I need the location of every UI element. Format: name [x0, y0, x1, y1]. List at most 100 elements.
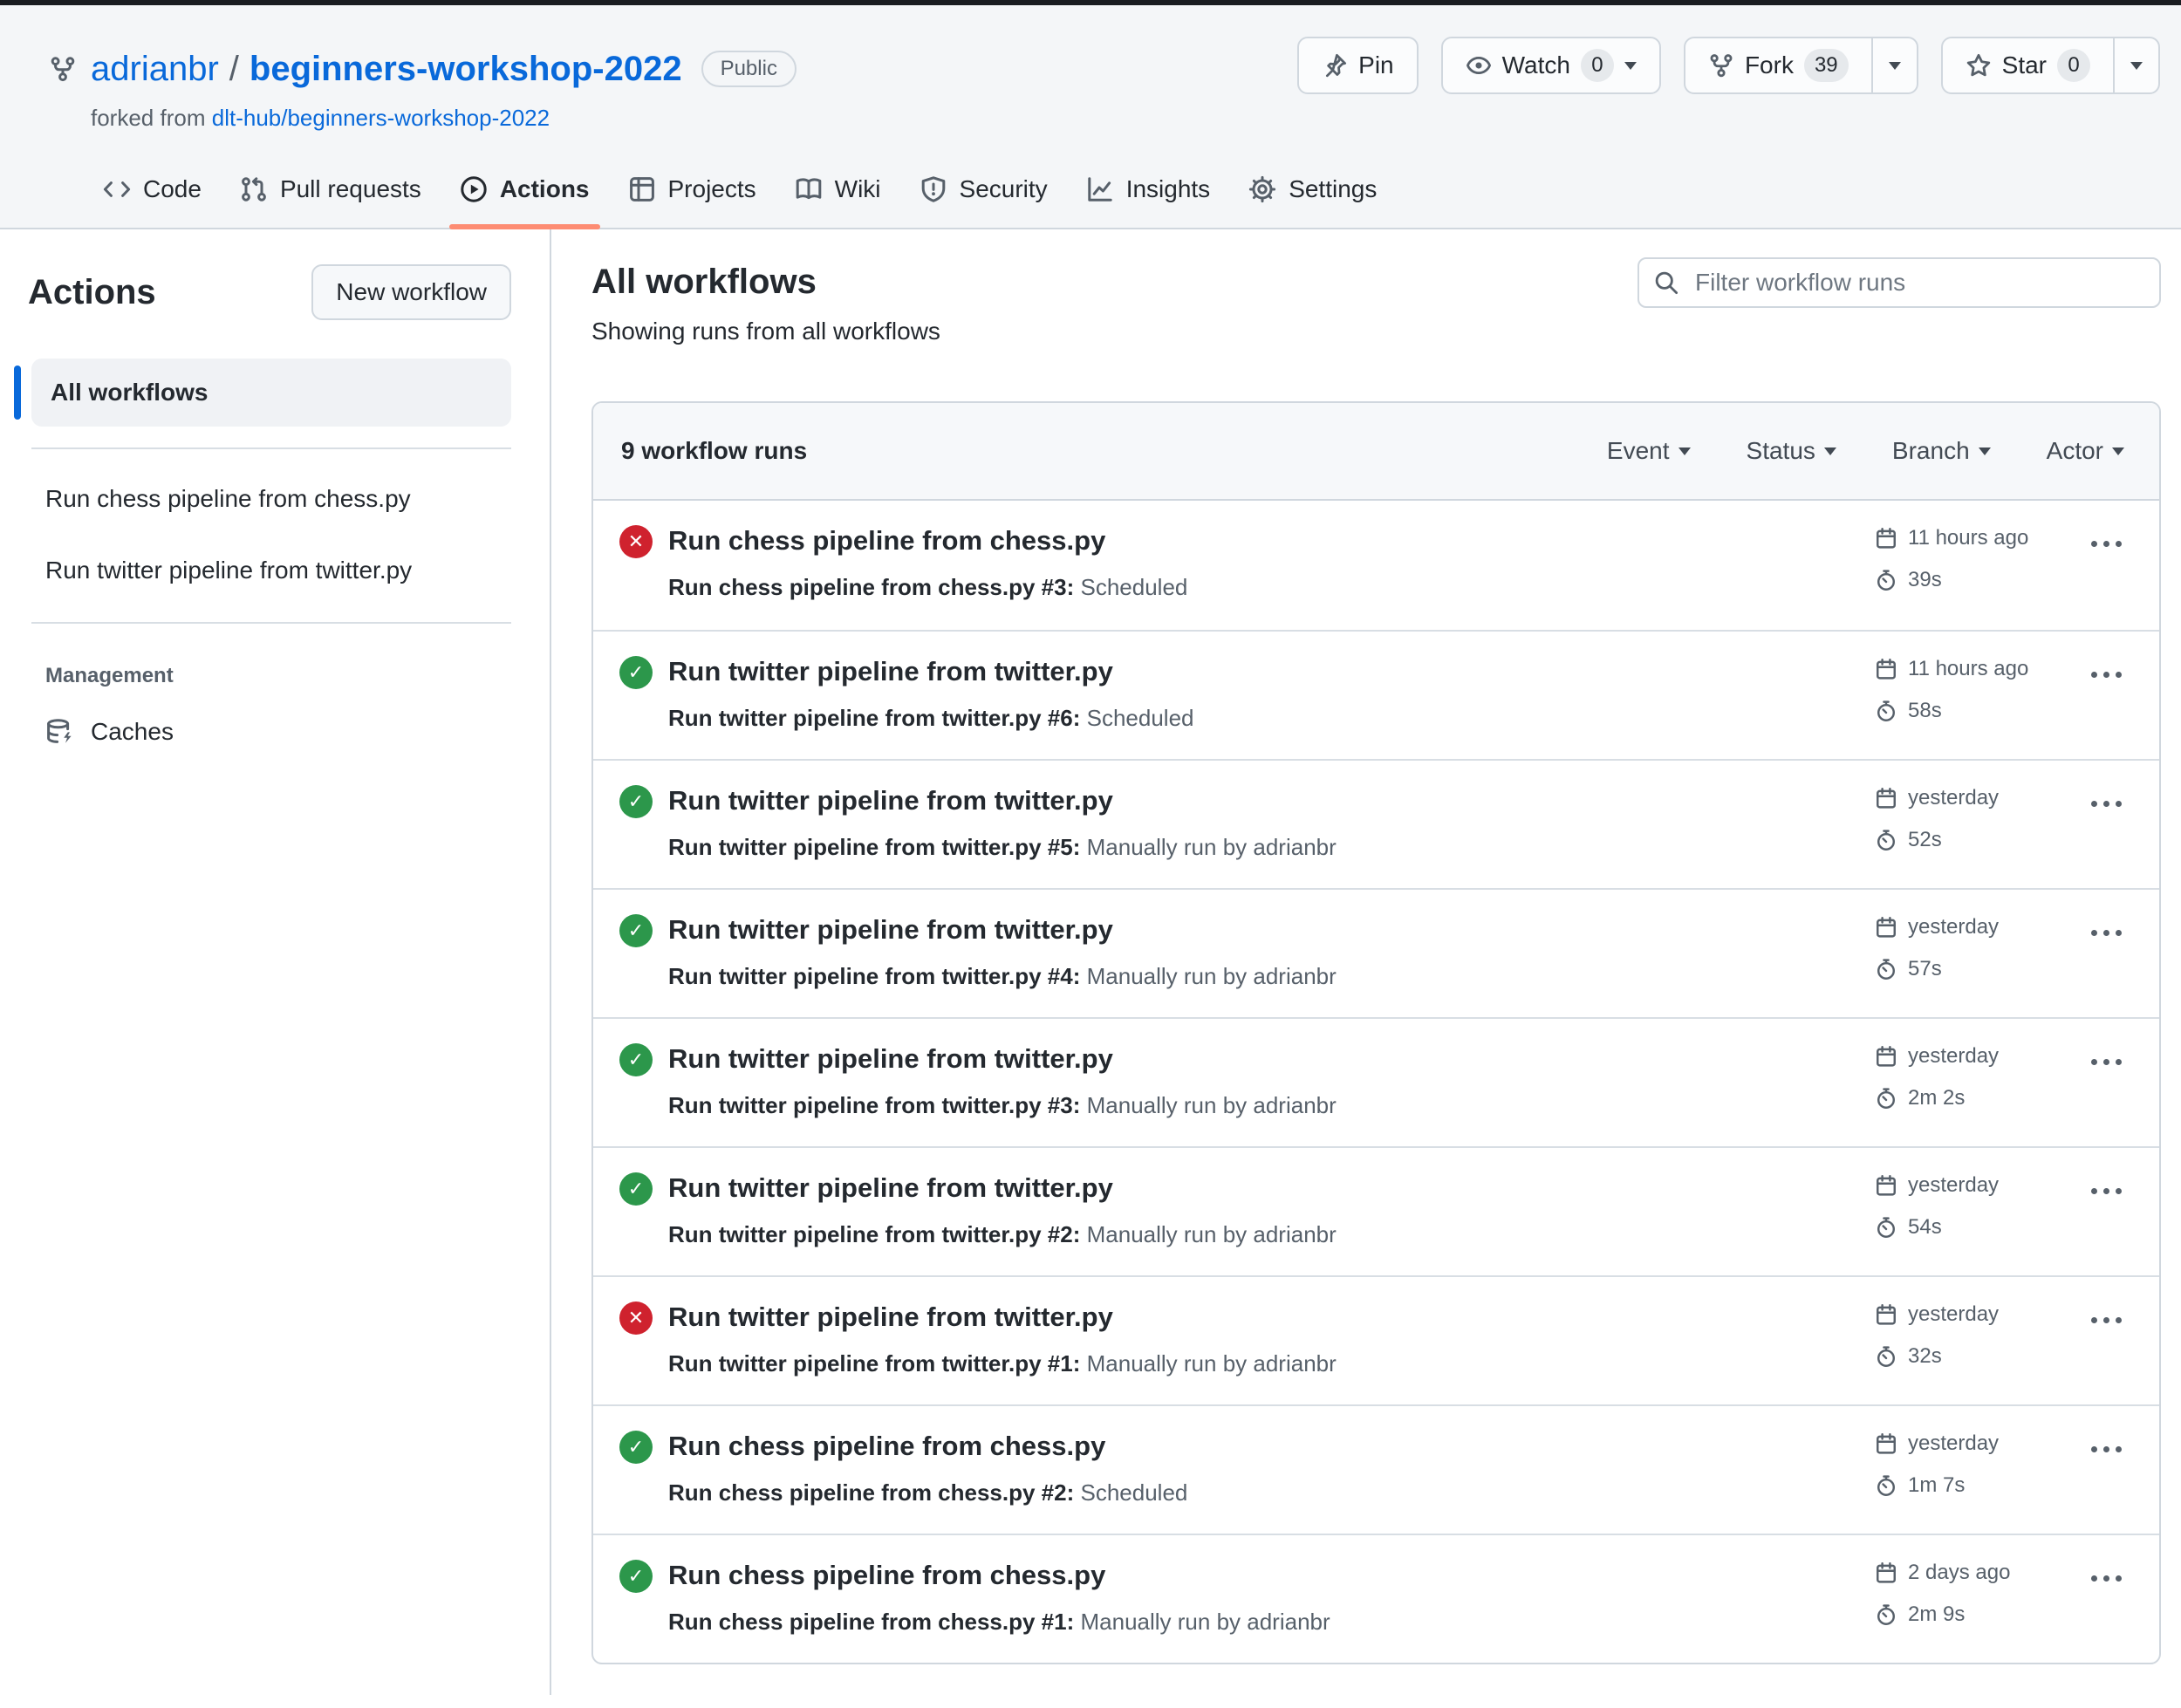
- chevron-down-icon: [1624, 61, 1637, 70]
- sidebar-divider: [31, 622, 511, 624]
- run-row-right: yesterday 2m 2s: [1875, 1042, 2124, 1146]
- run-title-link[interactable]: Run twitter pipeline from twitter.py: [668, 912, 1337, 947]
- run-ref-link[interactable]: Run chess pipeline from chess.py #2:: [668, 1479, 1074, 1506]
- run-time-block: 2 days ago 2m 9s: [1875, 1558, 2051, 1629]
- run-ref-link[interactable]: Run twitter pipeline from twitter.py #5:: [668, 834, 1080, 860]
- watch-count: 0: [1580, 49, 1614, 82]
- watch-button[interactable]: Watch 0: [1443, 38, 1659, 92]
- run-options-kebab-button[interactable]: [2089, 1570, 2123, 1587]
- run-subtitle: Run twitter pipeline from twitter.py #6:…: [668, 703, 1194, 733]
- sidebar-item-twitter-workflow[interactable]: Run twitter pipeline from twitter.py: [14, 540, 511, 601]
- shield-icon: [920, 175, 947, 203]
- workflow-run-list: ✕ Run chess pipeline from chess.py Run c…: [593, 501, 2159, 1663]
- stopwatch-icon: [1877, 1217, 1895, 1238]
- run-options-kebab-button[interactable]: [2089, 925, 2123, 941]
- star-dropdown-button[interactable]: [2113, 38, 2158, 92]
- run-ref-link[interactable]: Run twitter pipeline from twitter.py #6:: [668, 705, 1080, 731]
- repo-name-link[interactable]: beginners-workshop-2022: [250, 48, 682, 90]
- tab-settings[interactable]: Settings: [1229, 151, 1396, 228]
- run-event-desc: Manually run by adrianbr: [1086, 1221, 1337, 1247]
- run-title-link[interactable]: Run twitter pipeline from twitter.py: [668, 783, 1337, 818]
- tab-projects[interactable]: Projects: [609, 151, 776, 228]
- pin-button-label: Pin: [1358, 51, 1394, 79]
- event-filter-dropdown[interactable]: Event: [1607, 437, 1691, 465]
- watch-button-label: Watch: [1501, 51, 1570, 79]
- success-check-icon: ✓: [619, 1560, 653, 1593]
- repo-owner-link[interactable]: adrianbr: [91, 48, 219, 90]
- tab-security[interactable]: Security: [900, 151, 1067, 228]
- run-ref-link[interactable]: Run chess pipeline from chess.py #3:: [668, 574, 1074, 600]
- run-options-kebab-button[interactable]: [2089, 1183, 2123, 1199]
- run-subtitle: Run twitter pipeline from twitter.py #1:…: [668, 1349, 1337, 1378]
- project-board-icon: [628, 175, 656, 203]
- run-ref-link[interactable]: Run twitter pipeline from twitter.py #2:: [668, 1221, 1080, 1247]
- status-filter-dropdown[interactable]: Status: [1747, 437, 1836, 465]
- run-options-kebab-button[interactable]: [2089, 1441, 2123, 1458]
- run-options-kebab-button[interactable]: [2089, 1312, 2123, 1329]
- run-event-desc: Scheduled: [1080, 1479, 1188, 1506]
- run-date: yesterday: [1908, 1173, 2000, 1197]
- sidebar-item-caches[interactable]: Caches: [14, 718, 511, 746]
- page-title: All workflows: [591, 263, 817, 301]
- run-duration: 39s: [1908, 568, 1942, 591]
- run-options-kebab-button[interactable]: [2089, 796, 2123, 812]
- pin-button[interactable]: Pin: [1299, 38, 1416, 92]
- run-row-right: yesterday 1m 7s: [1875, 1429, 2124, 1534]
- run-subtitle: Run twitter pipeline from twitter.py #3:…: [668, 1090, 1337, 1120]
- star-button-label: Star: [2001, 51, 2047, 79]
- run-row-left: ✓ Run twitter pipeline from twitter.py R…: [619, 1042, 1337, 1146]
- actor-filter-dropdown[interactable]: Actor: [2047, 437, 2124, 465]
- chevron-down-icon: [1888, 61, 1901, 70]
- chevron-down-icon: [2112, 447, 2124, 455]
- filter-workflow-runs-input[interactable]: [1637, 257, 2161, 308]
- success-check-icon: ✓: [619, 914, 653, 947]
- run-options-kebab-button[interactable]: [2089, 1054, 2123, 1070]
- run-ref-link[interactable]: Run twitter pipeline from twitter.py #4:: [668, 963, 1080, 989]
- repo-forked-icon: [49, 55, 77, 83]
- run-ref-link[interactable]: Run twitter pipeline from twitter.py #1:: [668, 1350, 1080, 1377]
- stopwatch-icon: [1877, 700, 1895, 721]
- eye-icon: [1466, 52, 1492, 79]
- tab-pull-requests[interactable]: Pull requests: [221, 151, 441, 228]
- run-title-link[interactable]: Run chess pipeline from chess.py: [668, 523, 1187, 558]
- run-options-kebab-button[interactable]: [2089, 666, 2123, 683]
- fork-button[interactable]: Fork 39: [1685, 38, 1871, 92]
- sidebar-item-chess-workflow[interactable]: Run chess pipeline from chess.py: [14, 468, 511, 529]
- code-icon: [103, 175, 131, 203]
- fork-dropdown-button[interactable]: [1870, 38, 1917, 92]
- tab-actions[interactable]: Actions: [441, 151, 609, 229]
- run-date: 11 hours ago: [1908, 526, 2029, 550]
- tab-code[interactable]: Code: [84, 151, 221, 228]
- run-ref-link[interactable]: Run twitter pipeline from twitter.py #3:: [668, 1092, 1080, 1118]
- run-time-block: yesterday 32s: [1875, 1300, 2051, 1371]
- run-date-line: yesterday: [1875, 1300, 2051, 1329]
- run-ref-link[interactable]: Run chess pipeline from chess.py #1:: [668, 1609, 1074, 1635]
- new-workflow-button[interactable]: New workflow: [311, 264, 511, 320]
- branch-filter-dropdown[interactable]: Branch: [1892, 437, 1991, 465]
- star-button[interactable]: Star 0: [1943, 38, 2113, 92]
- forked-from-link[interactable]: dlt-hub/beginners-workshop-2022: [212, 105, 550, 131]
- run-title-link[interactable]: Run chess pipeline from chess.py: [668, 1429, 1187, 1464]
- run-subtitle: Run chess pipeline from chess.py #3: Sch…: [668, 572, 1187, 602]
- sidebar-item-all-workflows[interactable]: All workflows: [31, 359, 511, 427]
- run-text: Run twitter pipeline from twitter.py Run…: [668, 1300, 1337, 1378]
- tab-wiki[interactable]: Wiki: [776, 151, 900, 228]
- run-title-link[interactable]: Run chess pipeline from chess.py: [668, 1558, 1330, 1593]
- calendar-icon: [1877, 528, 1896, 549]
- stopwatch-icon: [1877, 830, 1895, 851]
- run-row-right: 11 hours ago 58s: [1875, 654, 2124, 759]
- run-title-link[interactable]: Run twitter pipeline from twitter.py: [668, 654, 1194, 689]
- run-title-link[interactable]: Run twitter pipeline from twitter.py: [668, 1042, 1337, 1076]
- pull-request-icon: [240, 175, 268, 203]
- tab-insights[interactable]: Insights: [1067, 151, 1230, 228]
- run-row-left: ✓ Run twitter pipeline from twitter.py R…: [619, 912, 1337, 1017]
- repo-header: adrianbr / beginners-workshop-2022 Publi…: [0, 5, 2181, 229]
- chevron-down-icon: [2130, 61, 2143, 70]
- run-title-link[interactable]: Run twitter pipeline from twitter.py: [668, 1300, 1337, 1335]
- run-time-block: yesterday 54s: [1875, 1171, 2051, 1242]
- run-options-kebab-button[interactable]: [2089, 536, 2123, 552]
- run-title-link[interactable]: Run twitter pipeline from twitter.py: [668, 1171, 1337, 1206]
- run-row-left: ✕ Run twitter pipeline from twitter.py R…: [619, 1300, 1337, 1404]
- active-tab-underline: [448, 224, 600, 229]
- stopwatch-icon: [1877, 1604, 1895, 1625]
